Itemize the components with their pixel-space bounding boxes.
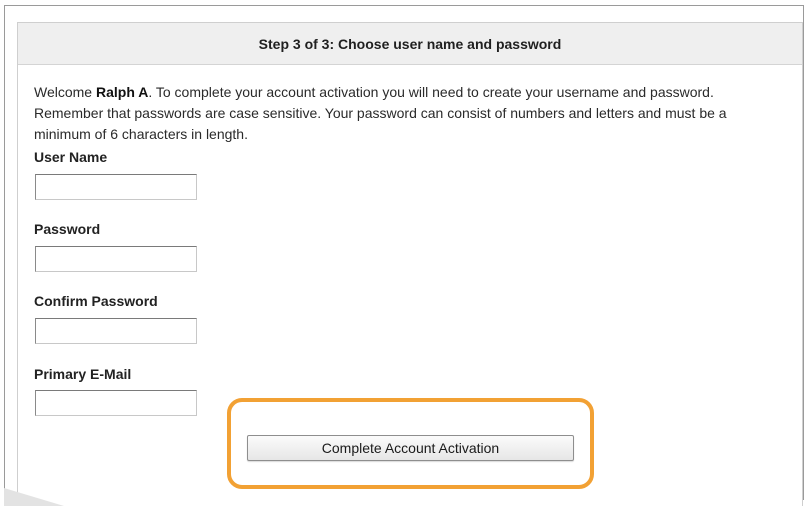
activation-panel: Step 3 of 3: Choose user name and passwo… bbox=[17, 22, 803, 506]
primary-email-label: Primary E-Mail bbox=[34, 366, 132, 382]
welcome-prefix: Welcome bbox=[34, 84, 96, 100]
step-header: Step 3 of 3: Choose user name and passwo… bbox=[18, 23, 802, 65]
welcome-text: Welcome Ralph A. To complete your accoun… bbox=[34, 82, 786, 145]
primary-email-input[interactable] bbox=[35, 390, 197, 416]
user-name-input[interactable] bbox=[35, 174, 197, 200]
confirm-password-label: Confirm Password bbox=[34, 293, 158, 309]
step-title: Step 3 of 3: Choose user name and passwo… bbox=[258, 35, 562, 52]
confirm-password-input[interactable] bbox=[35, 318, 197, 344]
complete-account-activation-button[interactable]: Complete Account Activation bbox=[247, 435, 574, 461]
complete-account-activation-label: Complete Account Activation bbox=[321, 440, 500, 456]
password-label: Password bbox=[34, 221, 101, 237]
page-curl-shadow bbox=[4, 488, 64, 506]
password-input[interactable] bbox=[35, 246, 197, 272]
user-display-name: Ralph A bbox=[95, 84, 149, 100]
user-name-label: User Name bbox=[34, 149, 108, 165]
